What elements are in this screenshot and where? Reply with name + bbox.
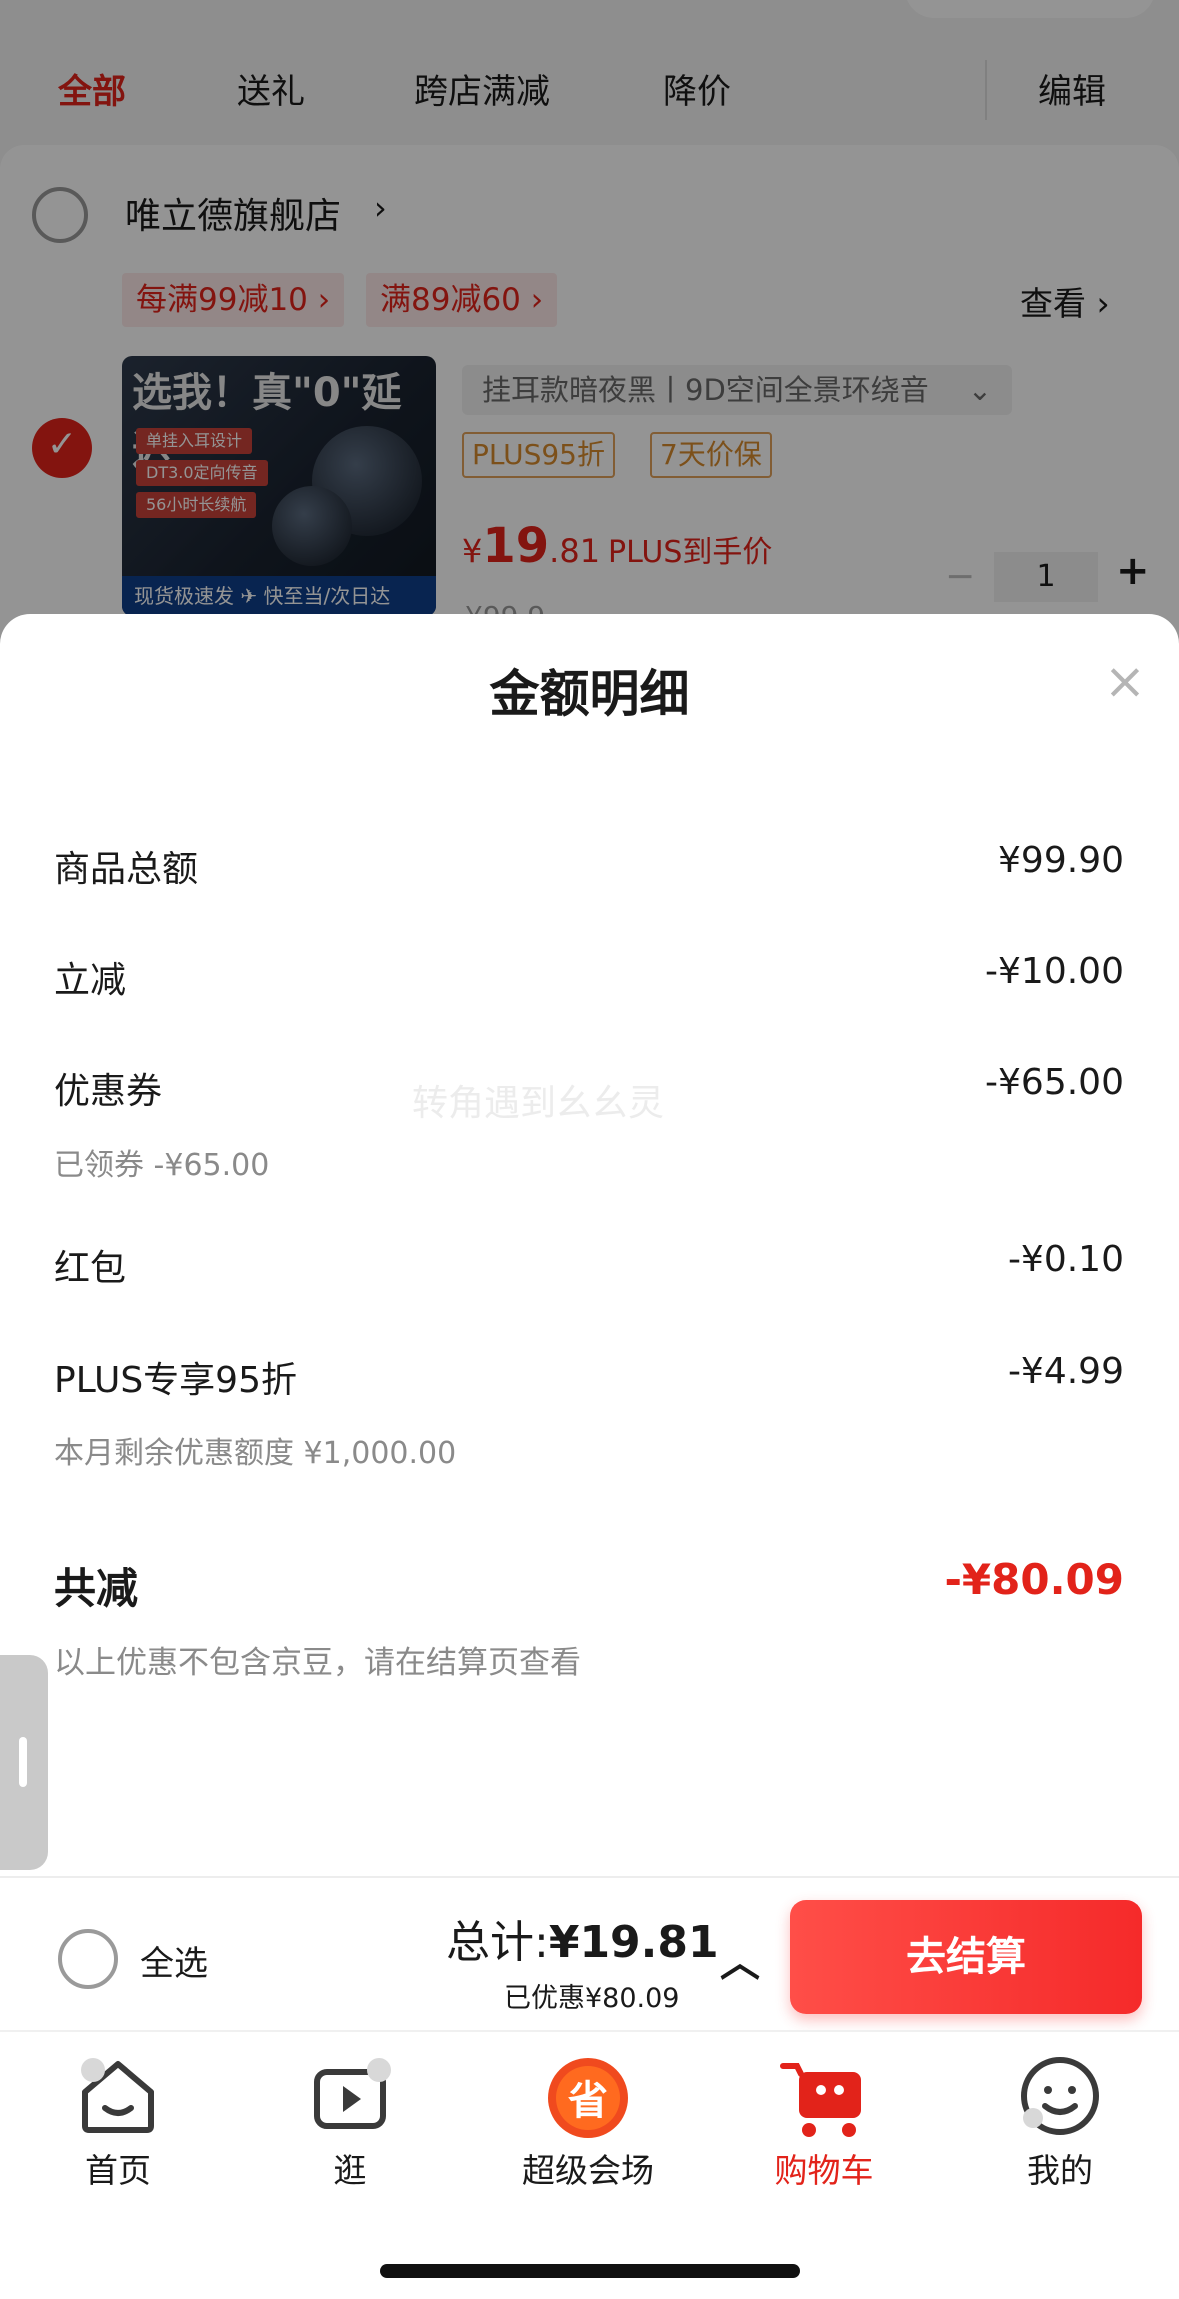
super-venue-icon: 省 bbox=[543, 2052, 633, 2138]
watermark: 转角遇到幺幺灵 bbox=[412, 1083, 665, 1124]
sheet-title: 金额明细 bbox=[489, 665, 690, 723]
home-icon bbox=[73, 2052, 163, 2138]
checkout-total: 总计:¥19.81 bbox=[446, 1906, 719, 1970]
tab-profile[interactable]: 我的 bbox=[980, 2052, 1140, 2192]
row-label-coupon: 优惠券 bbox=[54, 1071, 163, 1112]
row-value-red-packet: -¥0.10 bbox=[1007, 1239, 1124, 1280]
row-value-instant-discount: -¥10.00 bbox=[985, 951, 1124, 992]
total-discount-value: -¥80.09 bbox=[944, 1555, 1124, 1604]
svg-text:省: 省 bbox=[568, 2078, 608, 2124]
row-label-goods-total: 商品总额 bbox=[54, 849, 199, 890]
checkout-button[interactable]: 去结算 bbox=[790, 1900, 1142, 2014]
tab-cart-label: 购物车 bbox=[774, 2151, 874, 2190]
row-label-red-packet: 红包 bbox=[54, 1248, 127, 1289]
total-amount: ¥19.81 bbox=[548, 1917, 719, 1968]
select-all-radio[interactable] bbox=[58, 1929, 118, 1989]
tab-browse[interactable]: 逛 bbox=[270, 2052, 430, 2192]
row-label-plus-discount: PLUS专享95折 bbox=[54, 1360, 297, 1401]
profile-icon bbox=[1015, 2052, 1105, 2138]
select-all-label[interactable]: 全选 bbox=[140, 1936, 208, 1985]
grip-icon bbox=[19, 1737, 27, 1787]
row-label-instant-discount: 立减 bbox=[54, 960, 127, 1001]
chevron-up-icon[interactable]: ︿ bbox=[720, 1930, 760, 1988]
saved-amount: 已优惠¥80.09 bbox=[504, 1983, 680, 2014]
row-sub-coupon: 已领券 -¥65.00 bbox=[54, 1148, 270, 1183]
discount-note: 以上优惠不包含京豆，请在结算页查看 bbox=[54, 1645, 581, 1681]
row-value-plus-discount: -¥4.99 bbox=[1007, 1351, 1124, 1392]
tab-super-venue-label: 超级会场 bbox=[522, 2151, 654, 2190]
bottom-tab-bar: 首页 逛 省 超级会场 购物车 我的 bbox=[0, 2030, 1179, 2299]
tab-cart[interactable]: 购物车 bbox=[744, 2052, 904, 2192]
checkout-bar: 全选 总计:¥19.81 已优惠¥80.09 ︿ 去结算 bbox=[0, 1876, 1179, 2030]
tab-home[interactable]: 首页 bbox=[38, 2052, 198, 2192]
cart-icon bbox=[779, 2052, 869, 2138]
row-sub-plus-quota: 本月剩余优惠额度 ¥1,000.00 bbox=[54, 1436, 457, 1471]
tab-browse-label: 逛 bbox=[333, 2151, 367, 2190]
video-icon bbox=[305, 2052, 395, 2138]
tab-home-label: 首页 bbox=[85, 2151, 151, 2190]
tab-super-venue[interactable]: 省 超级会场 bbox=[508, 2052, 668, 2192]
side-drawer-handle[interactable] bbox=[0, 1655, 48, 1870]
home-indicator[interactable] bbox=[380, 2264, 800, 2278]
row-value-coupon: -¥65.00 bbox=[985, 1062, 1124, 1103]
tab-profile-label: 我的 bbox=[1027, 2151, 1093, 2190]
total-discount-label: 共减 bbox=[54, 1564, 139, 1613]
close-icon[interactable]: × bbox=[1104, 652, 1146, 710]
row-value-goods-total: ¥99.90 bbox=[998, 840, 1124, 881]
total-prefix: 总计: bbox=[446, 1917, 549, 1968]
